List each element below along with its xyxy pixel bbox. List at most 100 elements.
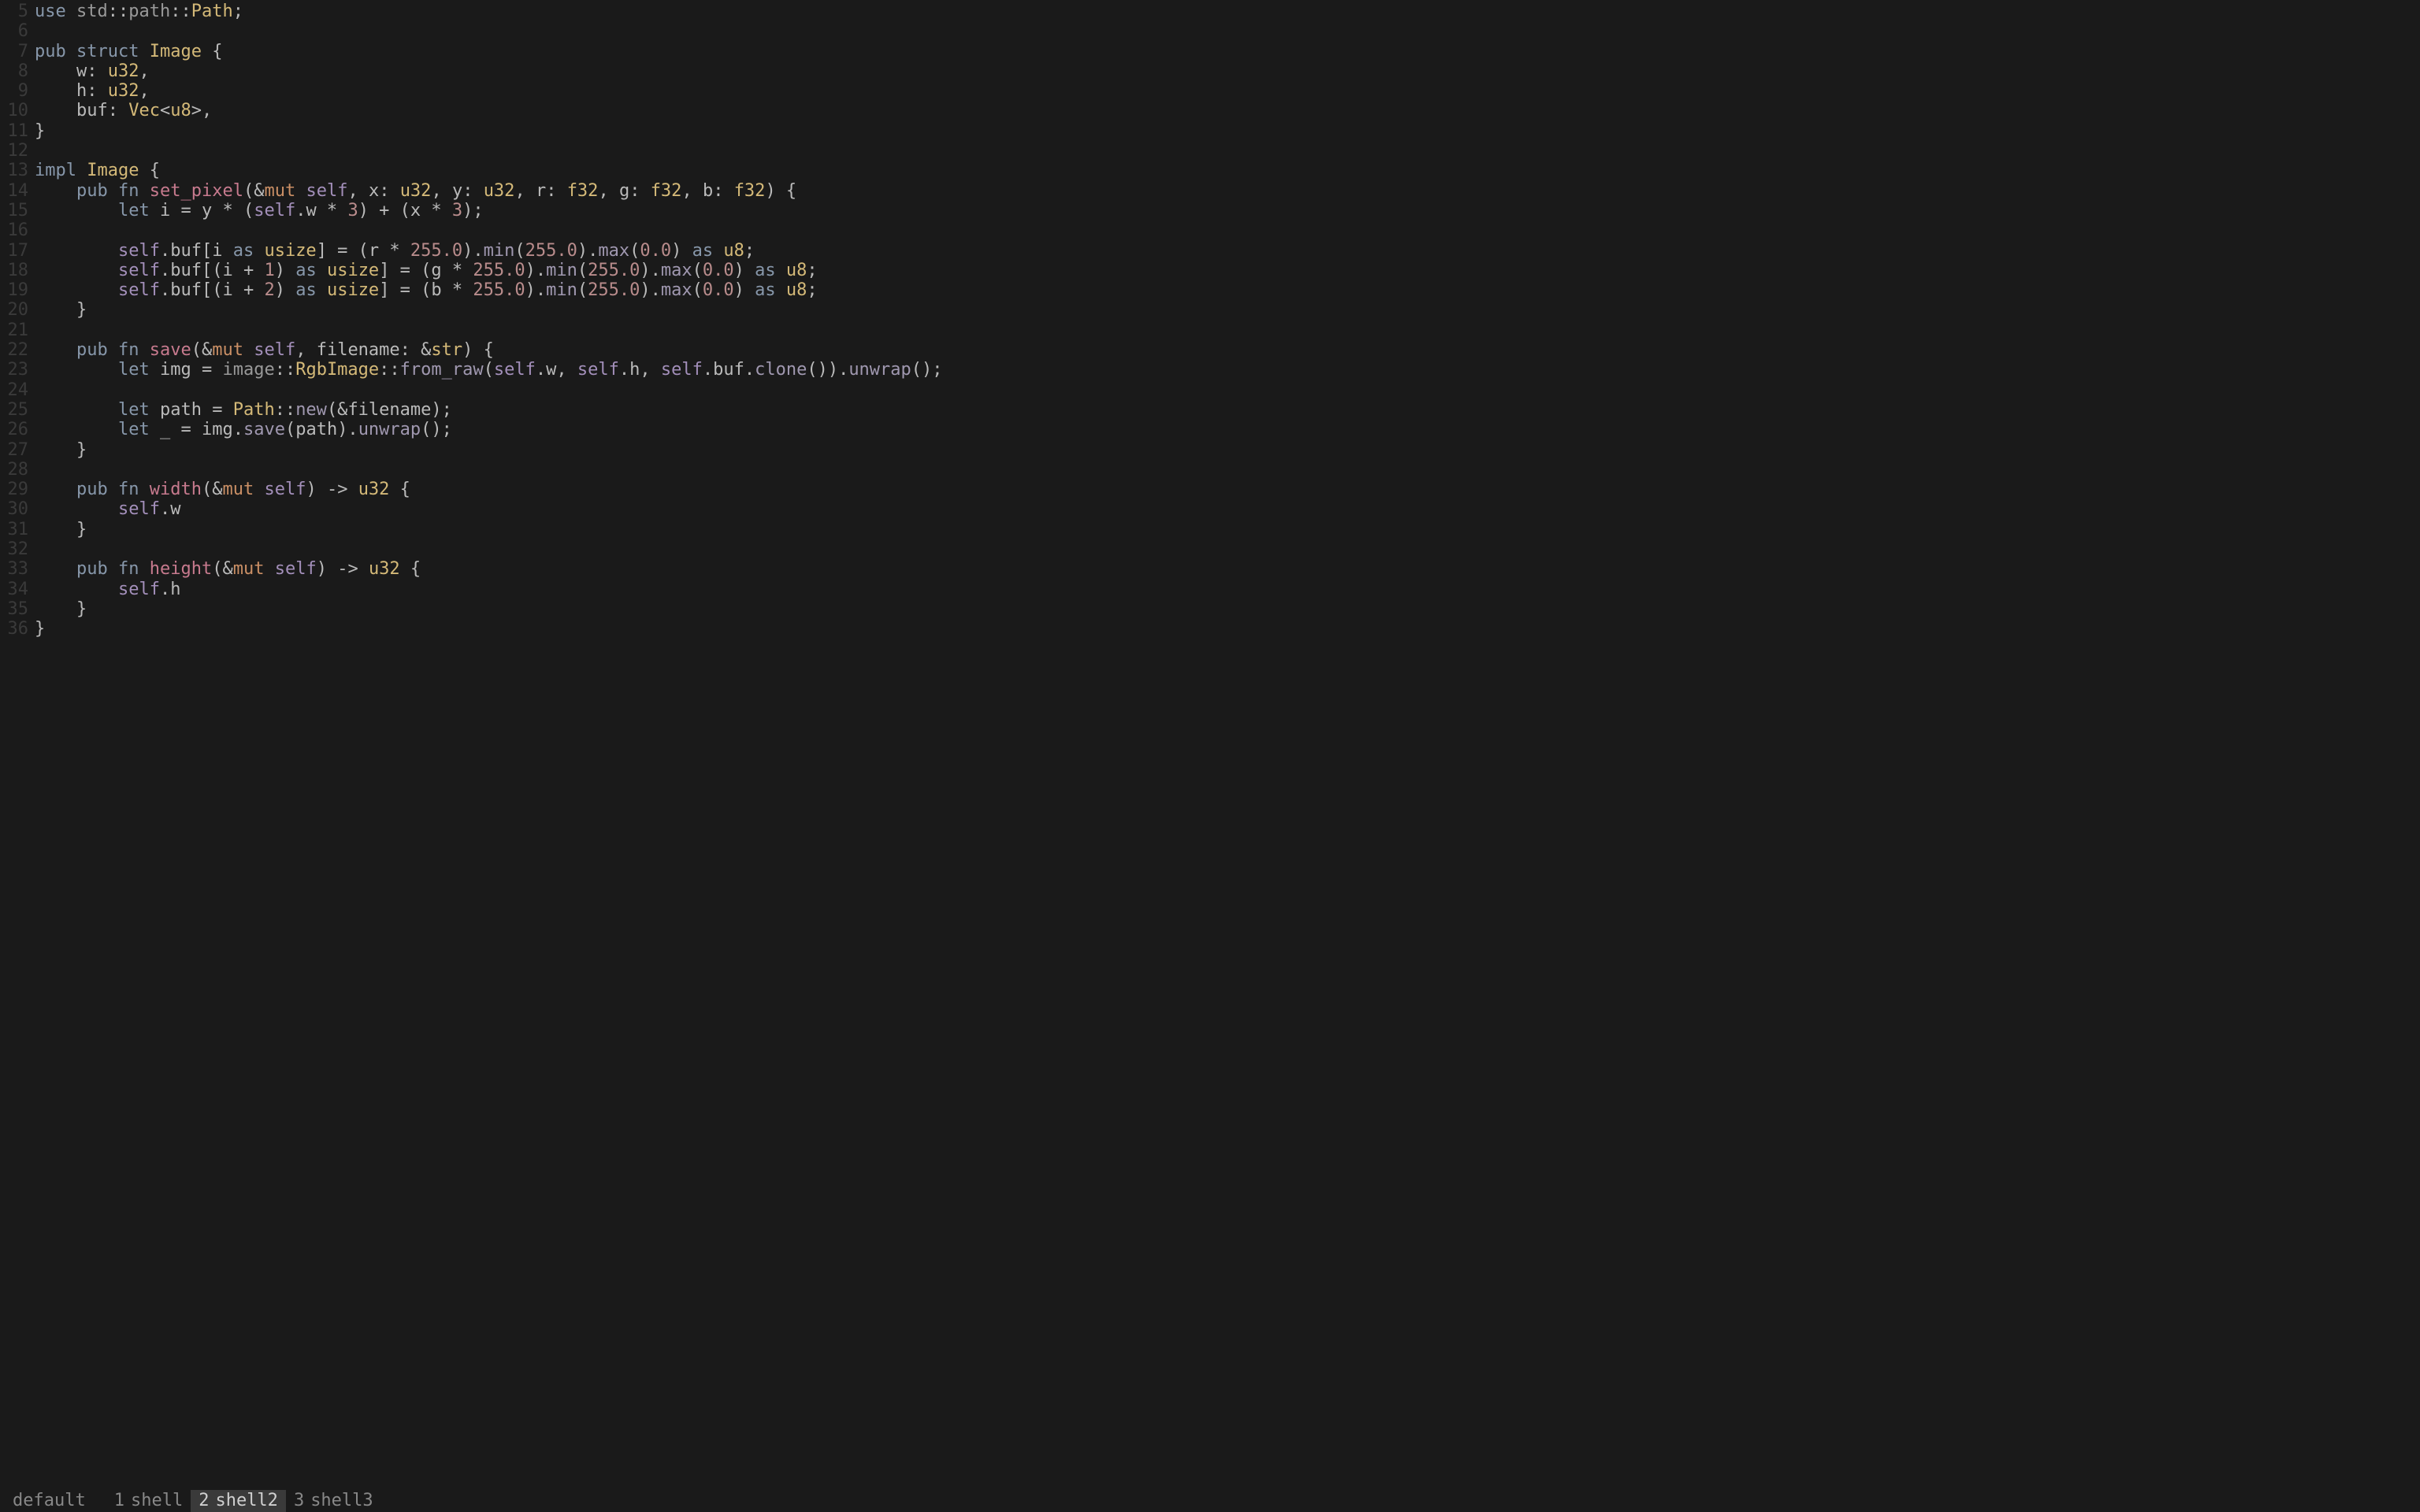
code-content[interactable]: self.w (35, 499, 180, 519)
code-line[interactable]: 14 pub fn set_pixel(&mut self, x: u32, y… (0, 181, 1210, 201)
line-number: 25 (0, 400, 35, 420)
line-number: 17 (0, 241, 35, 261)
code-line[interactable]: 10 buf: Vec<u8>, (0, 101, 1210, 120)
code-content[interactable]: let path = Path::new(&filename); (35, 400, 452, 420)
line-number: 18 (0, 261, 35, 280)
code-line[interactable]: 27 } (0, 440, 1210, 460)
code-line[interactable]: 25 let path = Path::new(&filename); (0, 400, 1210, 420)
line-number: 31 (0, 520, 35, 539)
tab-index: 3 (294, 1491, 304, 1510)
code-content[interactable]: pub fn height(&mut self) -> u32 { (35, 559, 421, 579)
line-number: 6 (0, 21, 35, 41)
code-line[interactable]: 11} (0, 121, 1210, 141)
code-content[interactable]: let i = y * (self.w * 3) + (x * 3); (35, 201, 484, 220)
line-number: 33 (0, 559, 35, 579)
code-content[interactable]: } (35, 440, 87, 460)
line-number: 11 (0, 121, 35, 141)
window-tab-shell2[interactable]: 2 shell2 (191, 1490, 286, 1512)
line-number: 26 (0, 420, 35, 439)
code-content[interactable]: buf: Vec<u8>, (35, 101, 212, 120)
code-line[interactable]: 20 } (0, 300, 1210, 320)
tab-name: shell (131, 1491, 183, 1510)
code-line[interactable]: 22 pub fn save(&mut self, filename: &str… (0, 340, 1210, 360)
code-content[interactable]: self.h (35, 580, 180, 599)
code-content[interactable]: self.buf[(i + 1) as usize] = (g * 255.0)… (35, 261, 818, 280)
tab-name: shell3 (310, 1491, 373, 1510)
line-number: 19 (0, 280, 35, 300)
code-line[interactable]: 29 pub fn width(&mut self) -> u32 { (0, 480, 1210, 499)
code-line[interactable]: 24 (0, 380, 1210, 400)
code-line[interactable]: 26 let _ = img.save(path).unwrap(); (0, 420, 1210, 439)
code-line[interactable]: 12 (0, 141, 1210, 161)
code-content[interactable]: let _ = img.save(path).unwrap(); (35, 420, 452, 439)
code-line[interactable]: 34 self.h (0, 580, 1210, 599)
code-line[interactable]: 33 pub fn height(&mut self) -> u32 { (0, 559, 1210, 579)
code-content[interactable]: } (35, 599, 87, 619)
code-editor[interactable]: 5use std::path::Path;67pub struct Image … (0, 0, 1210, 734)
tab-name: shell2 (215, 1491, 277, 1510)
line-number: 23 (0, 360, 35, 380)
line-number: 10 (0, 101, 35, 120)
code-content[interactable]: pub fn width(&mut self) -> u32 { (35, 480, 410, 499)
code-content[interactable]: } (35, 619, 45, 639)
code-line[interactable]: 23 let img = image::RgbImage::from_raw(s… (0, 360, 1210, 380)
code-line[interactable]: 28 (0, 460, 1210, 480)
window-tab-shell3[interactable]: 3 shell3 (286, 1490, 381, 1512)
tab-index: 1 (114, 1491, 124, 1510)
line-number: 27 (0, 440, 35, 460)
line-number: 16 (0, 220, 35, 240)
window-tab-shell[interactable]: 1 shell (106, 1490, 191, 1512)
code-line[interactable]: 15 let i = y * (self.w * 3) + (x * 3); (0, 201, 1210, 220)
line-number: 22 (0, 340, 35, 360)
code-line[interactable]: 36} (0, 619, 1210, 639)
code-line[interactable]: 30 self.w (0, 499, 1210, 519)
line-number: 5 (0, 2, 35, 21)
code-line[interactable]: 18 self.buf[(i + 1) as usize] = (g * 255… (0, 261, 1210, 280)
line-number: 20 (0, 300, 35, 320)
code-content[interactable]: } (35, 121, 45, 141)
code-content[interactable]: pub fn save(&mut self, filename: &str) { (35, 340, 494, 360)
code-line[interactable]: 8 w: u32, (0, 61, 1210, 81)
code-line[interactable]: 9 h: u32, (0, 81, 1210, 101)
code-content[interactable]: use std::path::Path; (35, 2, 243, 21)
code-line[interactable]: 7pub struct Image { (0, 42, 1210, 61)
code-content[interactable]: } (35, 300, 87, 320)
code-line[interactable]: 21 (0, 321, 1210, 340)
code-line[interactable]: 6 (0, 21, 1210, 41)
line-number: 21 (0, 321, 35, 340)
code-line[interactable]: 17 self.buf[i as usize] = (r * 255.0).mi… (0, 241, 1210, 261)
code-line[interactable]: 16 (0, 220, 1210, 240)
code-content[interactable]: } (35, 520, 87, 539)
code-content[interactable]: pub fn set_pixel(&mut self, x: u32, y: u… (35, 181, 796, 201)
session-name: default (13, 1491, 86, 1510)
statusbar: default 1shell2shell23shell3 (0, 1490, 2420, 1512)
code-line[interactable]: 35 } (0, 599, 1210, 619)
line-number: 8 (0, 61, 35, 81)
code-content[interactable]: self.buf[i as usize] = (r * 255.0).min(2… (35, 241, 755, 261)
code-line[interactable]: 13impl Image { (0, 161, 1210, 180)
tab-index: 2 (199, 1491, 209, 1510)
line-number: 12 (0, 141, 35, 161)
code-content[interactable]: let img = image::RgbImage::from_raw(self… (35, 360, 943, 380)
code-content[interactable]: self.buf[(i + 2) as usize] = (b * 255.0)… (35, 280, 818, 300)
line-number: 28 (0, 460, 35, 480)
code-content[interactable]: w: u32, (35, 61, 150, 81)
code-content[interactable]: impl Image { (35, 161, 160, 180)
line-number: 32 (0, 539, 35, 559)
code-line[interactable]: 19 self.buf[(i + 2) as usize] = (b * 255… (0, 280, 1210, 300)
line-number: 36 (0, 619, 35, 639)
code-line[interactable]: 32 (0, 539, 1210, 559)
line-number: 9 (0, 81, 35, 101)
code-line[interactable]: 31 } (0, 520, 1210, 539)
line-number: 24 (0, 380, 35, 400)
line-number: 30 (0, 499, 35, 519)
line-number: 29 (0, 480, 35, 499)
line-number: 13 (0, 161, 35, 180)
code-line[interactable]: 5use std::path::Path; (0, 2, 1210, 21)
code-content[interactable]: h: u32, (35, 81, 150, 101)
line-number: 7 (0, 42, 35, 61)
code-content[interactable]: pub struct Image { (35, 42, 222, 61)
line-number: 35 (0, 599, 35, 619)
line-number: 34 (0, 580, 35, 599)
line-number: 14 (0, 181, 35, 201)
